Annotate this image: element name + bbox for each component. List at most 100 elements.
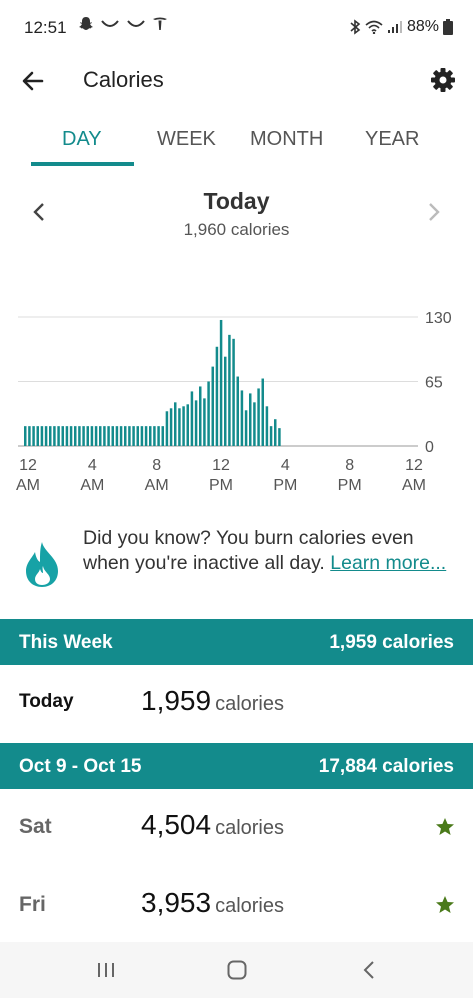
list-item[interactable]: Sat 4,504 calories	[0, 789, 473, 868]
section-total: 1,959 calories	[329, 632, 454, 653]
notification-icons	[78, 16, 168, 32]
chart-bar	[61, 426, 64, 446]
learn-more-link[interactable]: Learn more...	[330, 552, 446, 574]
chart-bar	[203, 398, 206, 446]
chart-bar	[153, 426, 156, 446]
snapchat-icon	[79, 17, 93, 30]
star-icon	[436, 818, 454, 835]
tab-week[interactable]: WEEK	[157, 128, 216, 151]
chart-bar	[115, 426, 119, 446]
chart-bar	[236, 376, 239, 446]
chevron-right-icon[interactable]	[421, 200, 445, 224]
chart-bar	[228, 334, 231, 446]
gear-icon[interactable]	[429, 66, 457, 94]
chart-bar	[199, 386, 202, 446]
chart-bar	[211, 366, 214, 446]
chart-bar	[90, 426, 94, 446]
chart-bar	[190, 391, 194, 446]
smile-icon	[127, 20, 145, 27]
y-tick-label: 65	[425, 375, 443, 392]
chart-bar	[257, 388, 260, 446]
star-icon	[436, 896, 454, 913]
chart-bar	[49, 426, 52, 446]
chart-bar	[161, 426, 164, 446]
x-tick-label: 4	[281, 457, 290, 474]
tab-month[interactable]: MONTH	[250, 128, 323, 151]
chart-bar	[144, 426, 148, 446]
section-label: This Week	[19, 632, 113, 653]
day-label: Sat	[19, 815, 52, 838]
signal-icon	[387, 21, 402, 33]
list-item[interactable]: Today 1,959 calories	[0, 665, 473, 744]
calorie-value: 1,959 calories	[141, 685, 284, 716]
x-tick-label: 12	[19, 457, 37, 474]
smile-icon	[101, 20, 119, 27]
list-item[interactable]: Fri 3,953 calories	[0, 867, 473, 946]
chart-bar	[274, 419, 277, 446]
x-tick-label: 12	[212, 457, 230, 474]
chart-bar	[232, 338, 235, 446]
section-label: Oct 9 - Oct 15	[19, 756, 142, 777]
battery-percent: 88%	[406, 18, 439, 35]
x-tick-label: 8	[345, 457, 354, 474]
this-week-header: This Week 1,959 calories	[0, 619, 473, 665]
chart-bar	[253, 402, 256, 446]
chart-bar	[186, 404, 189, 446]
x-tick-label: 8	[152, 457, 161, 474]
system-nav-bar	[0, 942, 473, 998]
tesla-icon	[153, 17, 167, 30]
chart-bar	[194, 400, 198, 446]
calories-chart: 13065012AM4AM8AM12PM4PM8PM12AM	[16, 310, 452, 494]
date-total-calories: 1,960 calories	[183, 220, 290, 239]
day-label: Today	[19, 691, 74, 712]
chart-bar	[82, 426, 85, 446]
chart-bar	[215, 346, 219, 446]
date-navigator: Today 1,960 calories	[0, 180, 473, 250]
x-tick-label: AM	[402, 477, 426, 494]
x-tick-label: 12	[405, 457, 423, 474]
recent-apps-icon[interactable]	[94, 958, 118, 982]
back-arrow-icon[interactable]	[18, 66, 48, 96]
calorie-value: 4,504 calories	[141, 809, 284, 840]
chart-bar	[244, 410, 248, 446]
tip-text: Did you know? You burn calories even whe…	[83, 526, 453, 576]
back-icon[interactable]	[358, 958, 382, 982]
chart-bar	[24, 426, 27, 446]
chart-bar	[240, 390, 244, 446]
home-icon[interactable]	[225, 958, 249, 982]
chart-bar	[219, 319, 223, 446]
status-right: 88%	[349, 18, 453, 36]
chart-bar	[207, 381, 210, 446]
chart-bar	[94, 426, 98, 446]
tip-card: Did you know? You burn calories even whe…	[0, 522, 473, 612]
chart-bar	[107, 426, 110, 446]
x-tick-label: AM	[16, 477, 40, 494]
chart-bar	[99, 426, 102, 446]
x-tick-label: 4	[88, 457, 97, 474]
chart-bar	[174, 402, 177, 446]
chart-bar	[53, 426, 56, 446]
chart-bar	[124, 426, 127, 446]
y-tick-label: 130	[425, 310, 452, 327]
x-tick-label: AM	[145, 477, 169, 494]
date-title: Today	[203, 188, 270, 214]
chart-bar	[136, 426, 139, 446]
chart-bar	[36, 426, 39, 446]
chart-bar	[44, 426, 48, 446]
chart-bar	[32, 426, 35, 446]
tab-year[interactable]: YEAR	[365, 128, 419, 151]
chart-bar	[157, 426, 160, 446]
app-bar: Calories	[0, 56, 473, 104]
chart-bar	[78, 426, 81, 446]
section-total: 17,884 calories	[318, 756, 454, 777]
chart-bar	[74, 426, 77, 446]
period-tabs: DAY WEEK MONTH YEAR	[0, 118, 473, 166]
chart-bar	[224, 356, 227, 446]
chart-bar	[165, 411, 169, 446]
day-label: Fri	[19, 893, 46, 916]
x-tick-label: PM	[209, 477, 233, 494]
x-tick-label: AM	[80, 477, 104, 494]
chart-bar	[182, 406, 185, 446]
chart-bar	[278, 428, 281, 446]
tab-day[interactable]: DAY	[62, 128, 102, 151]
